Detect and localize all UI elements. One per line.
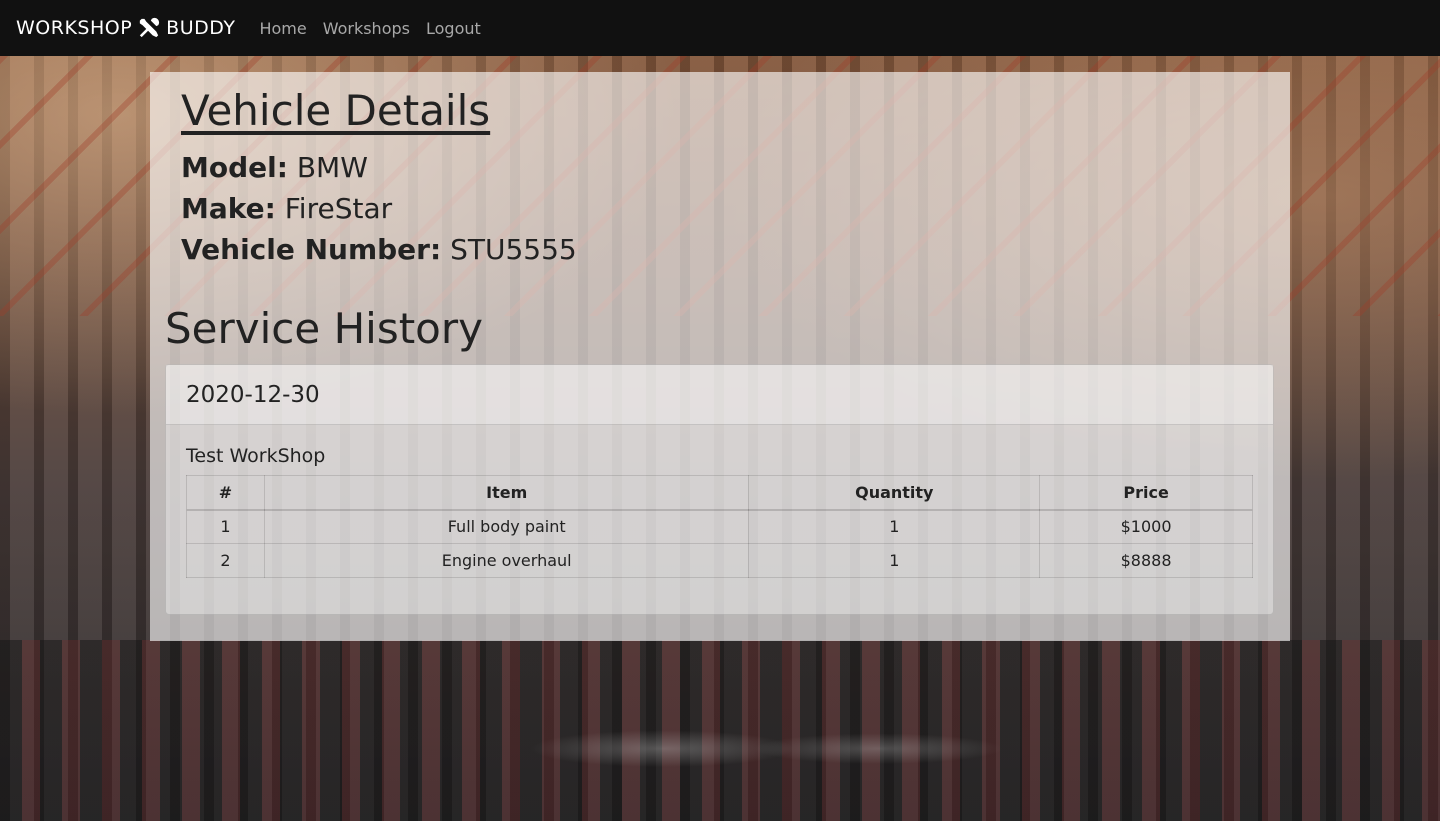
navbar: WORKSHOP BUDDY Home Workshops Logout [0,0,1440,56]
column-header-item: Item [263,475,750,510]
nav-link-logout[interactable]: Logout [426,19,481,38]
vehicle-make-label: Make: [181,192,276,225]
cell-item: Full body paint [263,509,750,544]
wrench-screwdriver-icon [138,17,160,39]
column-header-price: Price [1039,475,1253,510]
background-image-bottom [0,640,1440,821]
column-header-quantity: Quantity [748,475,1041,510]
vehicle-model-value: BMW [296,151,368,184]
vehicle-details-heading: Vehicle Details [181,86,491,135]
service-history-heading: Service History [165,304,483,353]
nav-link-home[interactable]: Home [259,19,306,38]
table-row: 2 Engine overhaul 1 $8888 [186,543,1253,578]
cell-number: 1 [186,509,265,544]
cell-item: Engine overhaul [263,543,750,578]
column-header-number: # [186,475,265,510]
vehicle-number-label: Vehicle Number: [181,233,442,266]
service-items-table: # Item Quantity Price 1 Full body paint … [186,475,1253,578]
vehicle-card: Vehicle Details Model: BMW Make: FireSta… [150,72,1290,641]
cell-quantity: 1 [748,543,1041,578]
service-date: 2020-12-30 [166,365,1273,425]
cell-price: $1000 [1039,509,1253,544]
brand-text-left: WORKSHOP [16,17,133,39]
service-body: Test WorkShop # Item Quantity Price 1 Fu… [166,425,1273,598]
nav-link-workshops[interactable]: Workshops [323,19,410,38]
table-row: 1 Full body paint 1 $1000 [186,509,1253,544]
vehicle-make-value: FireStar [284,192,393,225]
vehicle-number-row: Vehicle Number: STU5555 [181,229,577,270]
cell-quantity: 1 [748,509,1041,544]
cell-price: $8888 [1039,543,1253,578]
service-entry-card: 2020-12-30 Test WorkShop # Item Quantity… [165,364,1274,615]
workshop-name: Test WorkShop [186,445,326,467]
vehicle-model-row: Model: BMW [181,147,577,188]
table-header-row: # Item Quantity Price [186,475,1253,510]
brand-link[interactable]: WORKSHOP BUDDY [16,17,235,39]
vehicle-details: Vehicle Details Model: BMW Make: FireSta… [181,86,577,270]
vehicle-model-label: Model: [181,151,288,184]
vehicle-number-value: STU5555 [450,233,577,266]
vehicle-make-row: Make: FireStar [181,188,577,229]
cell-number: 2 [186,543,265,578]
brand-text-right: BUDDY [166,17,236,39]
